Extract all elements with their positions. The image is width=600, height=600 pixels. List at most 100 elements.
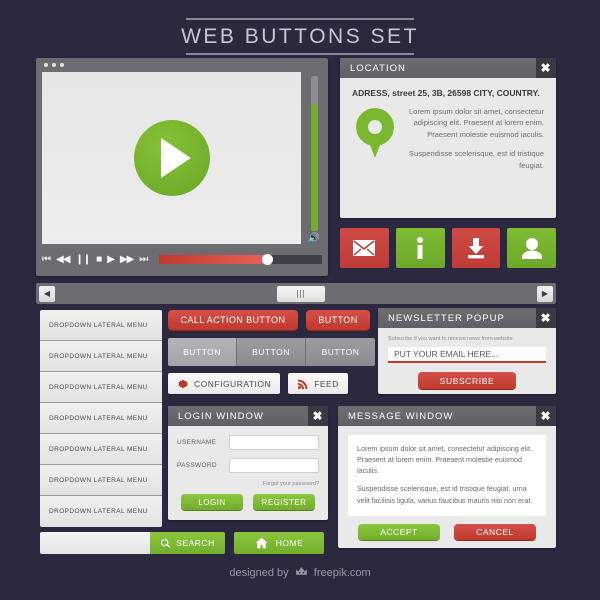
play-triangle-icon — [161, 138, 191, 178]
menu-item[interactable]: DROPDOWN LATERAL MENU — [40, 403, 162, 434]
cancel-button[interactable]: CANCEL — [454, 524, 536, 540]
volume-slider[interactable]: 🔊 — [306, 72, 322, 244]
pin-hole — [368, 120, 382, 134]
login-title: LOGIN WINDOW — [178, 410, 264, 422]
home-button[interactable]: HOME — [234, 532, 324, 554]
password-row: PASSWORD — [177, 458, 319, 473]
message-title: MESSAGE WINDOW — [348, 410, 454, 422]
password-input[interactable] — [229, 458, 319, 473]
progress-handle[interactable] — [261, 253, 273, 265]
login-button[interactable]: LOGIN — [181, 494, 243, 510]
player-body: 🔊 — [42, 72, 322, 244]
message-paragraph-2: Suspendisse scelerisque, est id tristiqu… — [357, 484, 533, 505]
forgot-password-link[interactable]: Forgot your password? — [177, 481, 319, 487]
rewind-icon[interactable]: ◀◀ — [56, 254, 70, 265]
close-icon[interactable]: ✖ — [536, 58, 556, 78]
message-window: MESSAGE WINDOW ✖ Lorem ipsum dolor sit a… — [338, 406, 556, 548]
pause-icon[interactable]: ❙❙ — [75, 254, 91, 265]
red-button[interactable]: BUTTON — [306, 310, 370, 330]
password-label: PASSWORD — [177, 462, 217, 469]
menu-item[interactable]: DROPDOWN LATERAL MENU — [40, 310, 162, 341]
username-row: USERNAME — [177, 435, 319, 450]
home-label: HOME — [275, 538, 304, 548]
newsletter-subtitle: Subscribe if you want to receive news fr… — [388, 336, 513, 342]
menu-item[interactable]: DROPDOWN LATERAL MENU — [40, 372, 162, 403]
username-label: USERNAME — [177, 439, 217, 446]
home-icon — [255, 537, 268, 549]
skip-forward-icon[interactable]: ⏭ — [139, 254, 148, 265]
download-icon — [467, 238, 484, 259]
window-dot-2 — [52, 63, 56, 67]
download-button[interactable] — [451, 228, 501, 268]
newsletter-title: NEWSLETTER POPUP — [388, 312, 505, 324]
progress-fill — [159, 254, 266, 264]
message-button-row: ACCEPT CANCEL — [348, 524, 546, 540]
menu-item[interactable]: DROPDOWN LATERAL MENU — [40, 465, 162, 496]
volume-track[interactable] — [310, 76, 318, 231]
message-body: Lorem ipsum dolor sit amet, consectetur … — [338, 426, 556, 548]
accept-button[interactable]: ACCEPT — [358, 524, 440, 540]
close-icon[interactable]: ✖ — [536, 406, 556, 426]
video-player: 🔊 ⏮ ◀◀ ❙❙ ■ ▶ ▶▶ ⏭ — [36, 58, 328, 276]
window-dot-3 — [60, 63, 64, 67]
user-icon — [521, 238, 542, 259]
gear-icon — [177, 379, 189, 388]
newsletter-popup: NEWSLETTER POPUP ✖ Subscribe if you want… — [378, 308, 556, 394]
configuration-button[interactable]: CONFIGURATION — [168, 373, 281, 394]
search-icon — [161, 538, 171, 548]
mail-icon — [353, 240, 376, 256]
location-paragraph-1: Lorem ipsum dolor sit amet, consectetur … — [408, 107, 544, 139]
call-action-button[interactable]: CALL ACTION BUTTON — [168, 310, 298, 330]
scroll-left-arrow-icon[interactable]: ◀ — [39, 285, 55, 302]
title-rule-bottom — [186, 53, 414, 55]
location-paragraph-2: Suspendisse scelerisque, est id tristiqu… — [408, 149, 544, 170]
menu-item[interactable]: DROPDOWN LATERAL MENU — [40, 496, 162, 527]
page-title-text: WEB BUTTONS SET — [181, 25, 419, 48]
scroll-right-arrow-icon[interactable]: ▶ — [537, 285, 553, 302]
footer-suffix: freepik.com — [313, 567, 371, 579]
register-button[interactable]: REGISTER — [253, 494, 315, 510]
map-pin-icon — [352, 106, 398, 171]
speaker-icon[interactable]: 🔊 — [308, 233, 320, 244]
play-button-icon[interactable] — [133, 120, 210, 196]
play-icon[interactable]: ▶ — [107, 254, 115, 265]
grip-line — [297, 289, 299, 298]
ui-kit-canvas: WEB BUTTONS SET 🔊 ⏮ ◀◀ ❙❙ ■ ▶ ▶▶ ⏭ LOCAT… — [0, 0, 600, 600]
info-button[interactable] — [395, 228, 445, 268]
configuration-label: CONFIGURATION — [194, 378, 272, 389]
menu-item[interactable]: DROPDOWN LATERAL MENU — [40, 341, 162, 372]
freepik-logo-icon — [295, 566, 308, 580]
close-icon[interactable]: ✖ — [536, 308, 556, 328]
search-home-row: SEARCH HOME — [40, 532, 324, 554]
segment-button-1[interactable]: BUTTON — [168, 338, 237, 366]
newsletter-body: Subscribe if you want to receive news fr… — [378, 328, 556, 397]
fast-forward-icon[interactable]: ▶▶ — [120, 254, 134, 265]
scrollbar-track[interactable] — [55, 285, 537, 302]
menu-item[interactable]: DROPDOWN LATERAL MENU — [40, 434, 162, 465]
scrollbar-thumb[interactable] — [276, 285, 325, 302]
player-titlebar — [36, 58, 328, 72]
horizontal-scrollbar[interactable]: ◀ ▶ — [36, 283, 556, 304]
close-icon[interactable]: ✖ — [308, 406, 328, 426]
email-input[interactable]: PUT YOUR EMAIL HERE... — [388, 347, 546, 363]
location-content: Lorem ipsum dolor sit amet, consectetur … — [352, 106, 544, 171]
segment-button-2[interactable]: BUTTON — [237, 338, 306, 366]
footer-credit: designed by freepik.com — [0, 566, 600, 580]
username-input[interactable] — [229, 435, 319, 450]
stop-icon[interactable]: ■ — [96, 254, 102, 265]
message-paragraph-1: Lorem ipsum dolor sit amet, consectetur … — [357, 444, 532, 476]
subscribe-button[interactable]: SUBSCRIBE — [418, 372, 516, 389]
player-screen[interactable] — [42, 72, 301, 244]
skip-back-icon[interactable]: ⏮ — [42, 254, 51, 265]
search-button[interactable]: SEARCH — [150, 532, 225, 554]
feed-button[interactable]: FEED — [288, 373, 348, 394]
login-body: USERNAME PASSWORD Forgot your password? … — [168, 426, 328, 518]
progress-bar[interactable] — [159, 253, 322, 265]
login-titlebar: LOGIN WINDOW ✖ — [168, 406, 328, 426]
location-body: ADRESS, street 25, 3B, 26598 CITY, COUNT… — [340, 78, 556, 179]
mail-button[interactable] — [340, 228, 389, 268]
user-button[interactable] — [507, 228, 556, 268]
segment-button-3[interactable]: BUTTON — [306, 338, 375, 366]
location-title: LOCATION — [350, 62, 406, 74]
search-input[interactable] — [40, 532, 150, 554]
